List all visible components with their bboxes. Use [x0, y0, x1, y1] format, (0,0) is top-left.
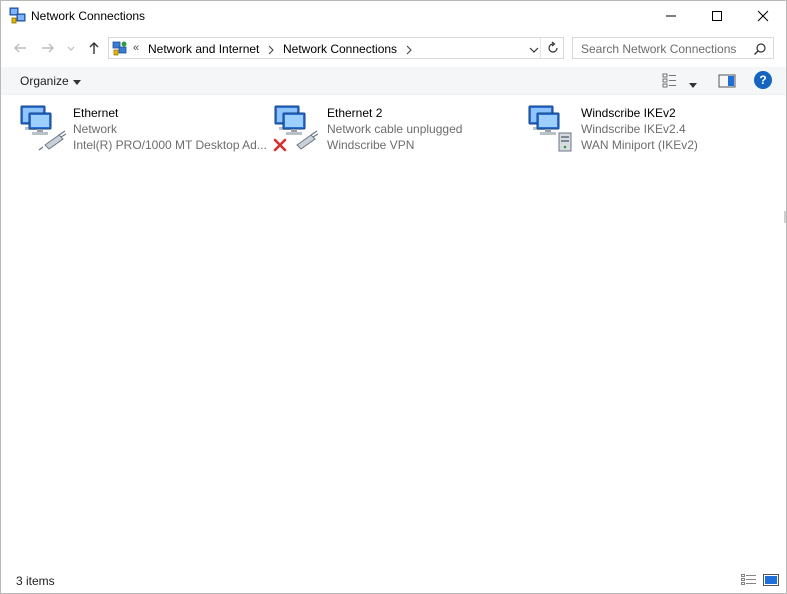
- connection-name: Ethernet 2: [327, 106, 383, 120]
- connection-device: Windscribe VPN: [327, 138, 415, 152]
- connection-item-windscribe-ikev2[interactable]: Windscribe IKEv2 Windscribe IKEv2.4 WAN …: [527, 103, 777, 155]
- maximize-icon: [712, 11, 722, 21]
- connection-text: Ethernet 2 Network cable unplugged Winds…: [327, 105, 523, 153]
- breadcrumb-separator-icon[interactable]: [405, 44, 413, 58]
- search-box[interactable]: Search Network Connections: [572, 37, 774, 59]
- forward-button[interactable]: [39, 39, 57, 57]
- search-icon[interactable]: [753, 42, 767, 59]
- connection-device: Intel(R) PRO/1000 MT Desktop Ad...: [73, 138, 267, 152]
- connection-text: Windscribe IKEv2 Windscribe IKEv2.4 WAN …: [581, 105, 777, 153]
- chevron-down-icon: [529, 47, 539, 53]
- connection-text: Ethernet Network Intel(R) PRO/1000 MT De…: [73, 105, 269, 153]
- control-panel-icon: [112, 40, 128, 56]
- arrow-up-icon: [89, 42, 99, 54]
- address-bar[interactable]: « Network and Internet Network Connectio…: [108, 37, 564, 59]
- connection-device: WAN Miniport (IKEv2): [581, 138, 698, 152]
- connection-item-ethernet-2[interactable]: Ethernet 2 Network cable unplugged Winds…: [273, 103, 523, 155]
- network-connections-icon: [9, 7, 26, 24]
- up-button[interactable]: [85, 39, 103, 57]
- view-options-icon: [662, 73, 676, 88]
- details-view-icon: [741, 574, 756, 585]
- connection-status: Network cable unplugged: [327, 122, 463, 136]
- change-view-button[interactable]: [662, 73, 678, 92]
- status-bar: 3 items: [1, 569, 786, 593]
- connection-status: Windscribe IKEv2.4: [581, 122, 686, 136]
- chevron-down-icon: [67, 46, 75, 51]
- explorer-window: Network Connections « Network and Intern…: [0, 0, 787, 594]
- help-button[interactable]: ?: [754, 71, 772, 89]
- address-overflow[interactable]: «: [133, 42, 139, 54]
- arrow-left-icon: [14, 43, 26, 53]
- close-button[interactable]: [740, 1, 786, 31]
- close-icon: [757, 10, 769, 22]
- connection-status: Network: [73, 122, 118, 136]
- ethernet-connection-icon: [19, 103, 67, 153]
- window-title: Network Connections: [31, 9, 146, 23]
- connection-item-ethernet[interactable]: Ethernet Network Intel(R) PRO/1000 MT De…: [19, 103, 269, 155]
- minimize-icon: [666, 15, 676, 17]
- arrow-right-icon: [42, 43, 54, 53]
- large-icons-view-button[interactable]: [763, 574, 779, 589]
- navigation-bar: « Network and Internet Network Connectio…: [1, 33, 786, 63]
- view-dropdown-button[interactable]: [689, 78, 697, 92]
- item-count: 3 items: [16, 574, 55, 588]
- details-view-button[interactable]: [741, 574, 757, 589]
- back-button[interactable]: [11, 39, 29, 57]
- title-bar[interactable]: Network Connections: [1, 1, 786, 31]
- minimize-button[interactable]: [648, 1, 694, 31]
- organize-button[interactable]: Organize: [20, 74, 81, 89]
- maximize-button[interactable]: [694, 1, 740, 31]
- address-history-dropdown[interactable]: [529, 44, 539, 58]
- refresh-icon: [548, 41, 558, 53]
- breadcrumb-network-and-internet[interactable]: Network and Internet: [148, 42, 259, 56]
- connection-name: Ethernet: [73, 106, 119, 120]
- caret-down-icon: [72, 75, 81, 89]
- refresh-button[interactable]: [546, 41, 560, 58]
- ethernet-disconnected-icon: [273, 103, 321, 153]
- search-input[interactable]: Search Network Connections: [581, 42, 736, 56]
- preview-pane-button[interactable]: [718, 73, 736, 92]
- preview-pane-icon: [718, 74, 736, 88]
- address-divider: [540, 38, 541, 58]
- vpn-connection-icon: [527, 103, 575, 153]
- organize-label: Organize: [20, 74, 69, 88]
- breadcrumb-network-connections[interactable]: Network Connections: [283, 42, 397, 56]
- breadcrumb-separator-icon[interactable]: [267, 44, 275, 58]
- connections-list: Ethernet Network Intel(R) PRO/1000 MT De…: [1, 96, 786, 566]
- caret-down-icon: [689, 83, 697, 88]
- connection-name: Windscribe IKEv2: [581, 106, 676, 120]
- recent-locations-button[interactable]: [65, 39, 77, 57]
- scrollbar-edge: [784, 211, 786, 223]
- large-icons-view-icon: [763, 574, 779, 586]
- command-bar: Organize ?: [1, 67, 786, 95]
